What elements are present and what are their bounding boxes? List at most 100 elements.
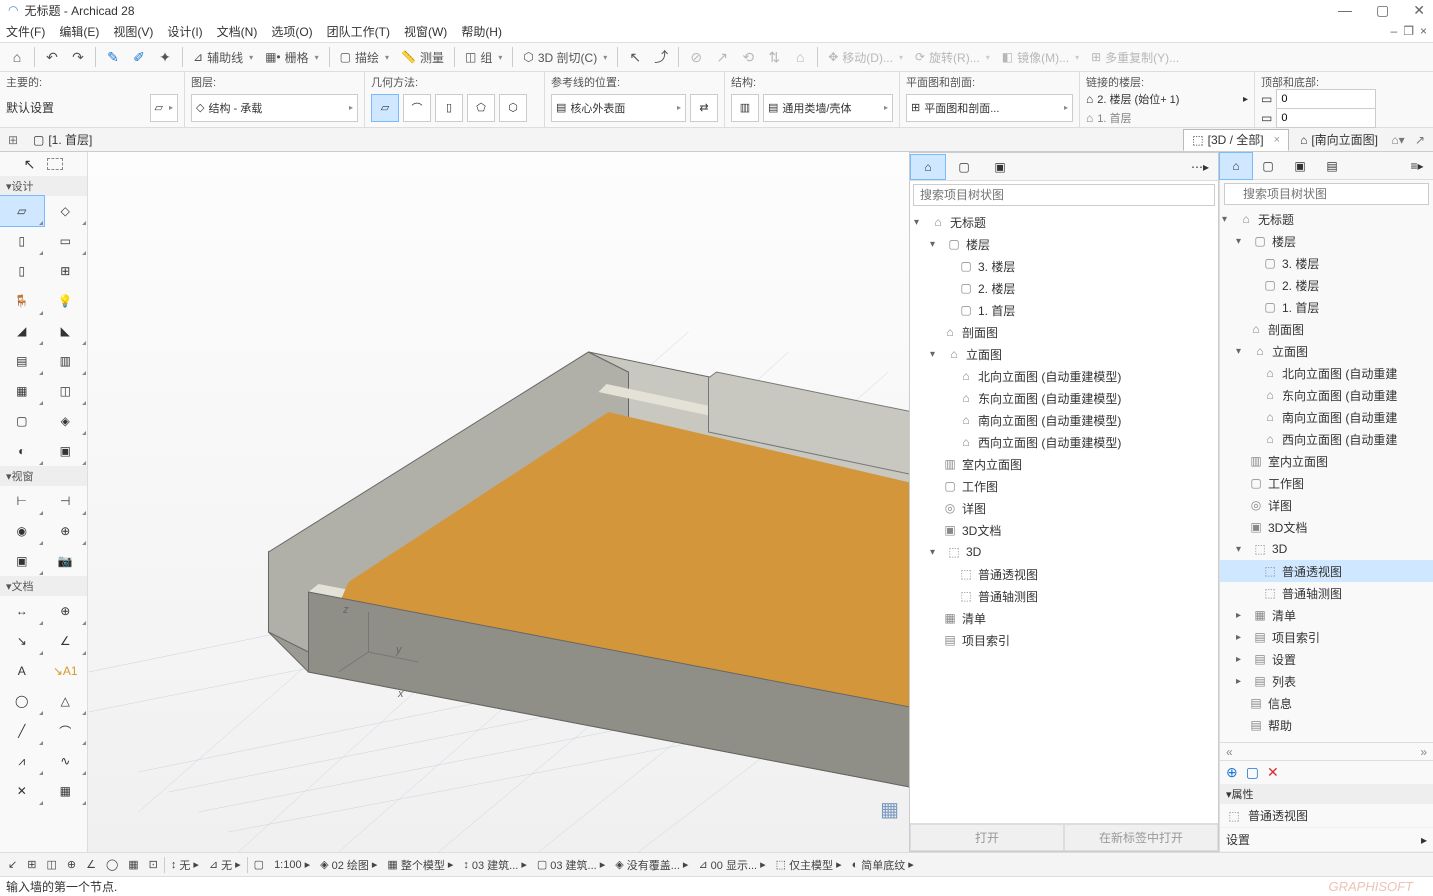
tab-floor-plan[interactable]: ▢[1. 首层] — [24, 129, 101, 151]
stair-tool[interactable]: ▤ — [0, 346, 44, 376]
redo-button[interactable]: ↷ — [65, 44, 91, 70]
wall-tool[interactable]: ▱ — [0, 196, 44, 226]
figure-tool[interactable]: ▦ — [44, 776, 88, 806]
rnav-layout[interactable]: ▣ — [1284, 153, 1316, 179]
add-view-icon[interactable]: ⊕ — [1226, 764, 1238, 781]
menu-edit[interactable]: 编辑(E) — [59, 23, 99, 40]
geom-polygon[interactable]: ⬠ — [467, 94, 495, 122]
zone-tool[interactable]: ▣ — [44, 436, 88, 466]
change-tool[interactable]: △ — [44, 686, 88, 716]
grid-toggle[interactable]: ▦•栅格▾ — [259, 44, 325, 70]
menu-options[interactable]: 选项(O) — [271, 23, 312, 40]
rtree-3d[interactable]: ▾⬚3D — [1220, 538, 1433, 560]
menu-window[interactable]: 视窗(W) — [404, 23, 447, 40]
menu-file[interactable]: 文件(F) — [6, 23, 45, 40]
angle-dim-tool[interactable]: ∠ — [44, 626, 88, 656]
tab-close[interactable]: × — [1274, 134, 1280, 146]
props-header[interactable]: ▾ 属性 — [1220, 784, 1433, 804]
rtree-root[interactable]: ▾⌂无标题 — [1220, 208, 1433, 230]
magic-wand-button[interactable]: ✦ — [152, 44, 178, 70]
pick-button[interactable]: ✎ — [100, 44, 126, 70]
maximize-button[interactable]: ▢ — [1376, 2, 1389, 19]
tab-3d[interactable]: ⬚[3D / 全部]× — [1183, 129, 1289, 151]
nav-project-map[interactable]: ⌂ — [910, 154, 946, 180]
new-folder-icon[interactable]: ▢ — [1246, 764, 1259, 781]
rnav-view-map[interactable]: ▢ — [1252, 153, 1284, 179]
qopt-building2[interactable]: ▢ 03 建筑... ▸ — [533, 855, 609, 875]
qopt-f[interactable]: ◯ — [102, 855, 122, 875]
prop-setting-row[interactable]: 设置▸ — [1220, 828, 1433, 852]
curtainwall-tool[interactable]: ▦ — [0, 376, 44, 406]
toolbox-view-head[interactable]: ▾ 视窗 — [0, 466, 87, 486]
group-toggle[interactable]: ◫组▾ — [459, 44, 508, 70]
delete-icon[interactable]: ✕ — [1267, 764, 1279, 781]
railing-tool[interactable]: ▥ — [44, 346, 88, 376]
refline-dropdown[interactable]: ▤核心外表面▸ — [551, 94, 686, 122]
qopt-model[interactable]: ▦ 整个模型 ▸ — [383, 855, 457, 875]
scroll-left-icon[interactable]: « — [1226, 745, 1233, 759]
tree-elev-n[interactable]: ⌂北向立面图 (自动重建模型) — [910, 365, 1218, 387]
trace-toggle[interactable]: ▢描绘▾ — [334, 44, 395, 70]
tree-elev-e[interactable]: ⌂东向立面图 (自动重建模型) — [910, 387, 1218, 409]
label-tool[interactable]: ↘A1 — [44, 656, 88, 686]
tree-elev-w[interactable]: ⌂西向立面图 (自动重建模型) — [910, 431, 1218, 453]
linked-story-bottom[interactable]: 1. 首层 — [1097, 110, 1131, 126]
tree-worksheet[interactable]: ▢工作图 — [910, 475, 1218, 497]
edit-button[interactable]: ⤴ — [648, 44, 674, 70]
rtree-elev-n[interactable]: ⌂北向立面图 (自动重建 — [1220, 362, 1433, 384]
text-tool[interactable]: A — [0, 656, 44, 686]
tree-3d[interactable]: ▾⬚3D — [910, 541, 1218, 563]
tree-detail[interactable]: ◎详图 — [910, 497, 1218, 519]
qopt-none1[interactable]: ↕ 无 ▸ — [167, 855, 203, 875]
rtree-elev-w[interactable]: ⌂西向立面图 (自动重建 — [1220, 428, 1433, 450]
struct-basic[interactable]: ▥ — [731, 94, 759, 122]
tree-floor-1[interactable]: ▢1. 首层 — [910, 299, 1218, 321]
opening-tool[interactable]: ◈ — [44, 406, 88, 436]
tab-popout[interactable]: ↗ — [1411, 131, 1429, 149]
menu-help[interactable]: 帮助(H) — [461, 23, 502, 40]
geom-curved[interactable]: ⌒ — [403, 94, 431, 122]
line-tool[interactable]: ╱ — [0, 716, 44, 746]
qopt-d[interactable]: ⊕ — [63, 855, 80, 875]
spline-tool[interactable]: ∿ — [44, 746, 88, 776]
tree-3ddoc[interactable]: ▣3D文档 — [910, 519, 1218, 541]
mdi-close[interactable]: × — [1420, 24, 1427, 38]
linked-story-top[interactable]: 2. 楼层 (始位+ 1) — [1097, 91, 1179, 107]
mdi-restore[interactable]: ❐ — [1403, 24, 1414, 38]
rnav-project-map[interactable]: ⌂ — [1220, 153, 1252, 179]
shell-tool[interactable]: ◣ — [44, 316, 88, 346]
grid-snap-icon[interactable]: ▦ — [880, 797, 899, 822]
rtree-perspective[interactable]: ⬚普通透视图 — [1220, 560, 1433, 582]
geom-chained[interactable]: ⬡ — [499, 94, 527, 122]
inject-button[interactable]: ✐ — [126, 44, 152, 70]
right-nav-hscroll[interactable]: «» — [1220, 742, 1433, 760]
right-nav-search-input[interactable] — [1224, 183, 1429, 205]
arc-tool[interactable]: ⌒ — [44, 716, 88, 746]
suspend-button[interactable]: ⊘ — [683, 44, 709, 70]
nav-open-new-button[interactable]: 在新标签中打开 — [1064, 824, 1218, 851]
rtree-lists[interactable]: ▸▤列表 — [1220, 670, 1433, 692]
geom-trapezoid[interactable]: ▯ — [435, 94, 463, 122]
tab-dropdown[interactable]: ⌂▾ — [1389, 131, 1407, 149]
slab-tool[interactable]: ◇ — [44, 196, 88, 226]
qopt-override[interactable]: ◈ 没有覆盖... ▸ — [611, 855, 692, 875]
tab-organizer-icon[interactable]: ⊞ — [4, 131, 22, 149]
qopt-none2[interactable]: ⊿ 无 ▸ — [205, 855, 245, 875]
minimize-button[interactable]: — — [1338, 2, 1352, 19]
morph-tool[interactable]: ◐ — [0, 436, 44, 466]
toolbox-design-head[interactable]: ▾ 设计 — [0, 176, 87, 196]
rnav-publisher[interactable]: ▤ — [1316, 153, 1348, 179]
column-tool[interactable]: ▯ — [0, 226, 44, 256]
skylight-tool[interactable]: ▢ — [0, 406, 44, 436]
menu-document[interactable]: 文档(N) — [217, 23, 258, 40]
menu-teamwork[interactable]: 团队工作(T) — [327, 23, 390, 40]
qopt-h[interactable]: ⊡ — [145, 855, 162, 875]
tree-elev-s[interactable]: ⌂南向立面图 (自动重建模型) — [910, 409, 1218, 431]
nav-open-button[interactable]: 打开 — [910, 824, 1064, 851]
dim-tool[interactable]: ↔ — [0, 596, 44, 626]
rtree-info[interactable]: ▤信息 — [1220, 692, 1433, 714]
toolbox-doc-head[interactable]: ▾ 文档 — [0, 576, 87, 596]
qopt-a[interactable]: ↙ — [4, 855, 21, 875]
tree-floor-3[interactable]: ▢3. 楼层 — [910, 255, 1218, 277]
roof-tool[interactable]: ◢ — [0, 316, 44, 346]
